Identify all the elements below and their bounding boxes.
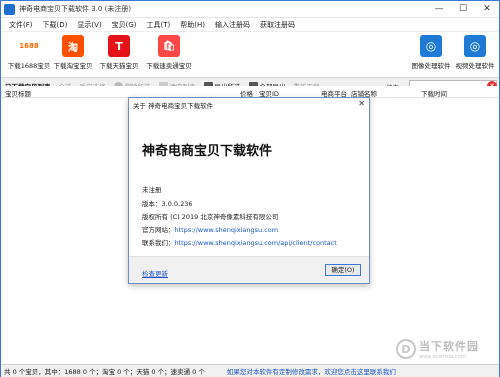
registration-status: 未注册 [142,186,162,194]
1688-icon: 1688 [18,35,40,57]
video-software-icon: ◎ [464,35,486,57]
download-taobao-label: 下载淘宝宝贝 [53,62,93,70]
copyright-text: 版权所有 (C) 2019 北京神奇像素科技有限公司 [142,213,279,221]
watermark-en: www.downxia.com [419,354,466,360]
check-update-link[interactable]: 检查更新 [142,268,168,278]
menu-help[interactable]: 帮助(H) [175,20,210,30]
website-row: 官方网站：https://www.shenqixiangsu.com [142,224,278,234]
watermark: D 当下软件园 www.downxia.com [396,336,496,362]
download-tmall-button[interactable]: T 下载天猫宝贝 [91,35,147,70]
status-bar: 共 0 个宝贝，其中：1688 0 个；淘宝 0 个；天猫 0 个；速卖通 0 … [1,364,499,377]
image-software-icon: ◎ [420,35,442,57]
aliexpress-icon: 🛍 [158,35,180,57]
video-software-label: 视频处理软件 [455,62,495,70]
download-tmall-label: 下载天猫宝贝 [99,62,139,70]
contact-row: 联系我们：https://www.shenqixiangsu.com/api/c… [142,237,337,247]
watermark-cn: 当下软件园 [419,340,479,353]
dialog-title: 关于 神奇电商宝贝下载软件 [133,102,214,110]
window-title: 神奇电商宝贝下载软件 3.0 (未注册) [19,5,132,13]
close-window-button[interactable]: ✕ [475,1,499,17]
website-link[interactable]: https://www.shenqixiangsu.com [175,226,279,234]
download-aliexpress-button[interactable]: 🛍 下载速卖通宝贝 [141,35,197,70]
toolbar: 1688 下载1688宝贝 淘 下载淘宝宝贝 T 下载天猫宝贝 🛍 下载速卖通宝… [1,32,499,78]
menu-download[interactable]: 下载(D) [38,20,73,30]
about-dialog: 关于 神奇电商宝贝下载软件 ✕ 神奇电商宝贝下载软件 未注册 版本：3.0.0.… [128,97,370,284]
dialog-title-bar: 关于 神奇电商宝贝下载软件 ✕ [129,98,369,110]
dialog-footer: 检查更新 确定(O) [129,256,369,283]
menu-view[interactable]: 显示(V) [72,20,106,30]
dialog-heading: 神奇电商宝贝下载软件 [142,144,273,159]
maximize-button[interactable]: ☐ [451,1,475,17]
menu-goods[interactable]: 宝贝(G) [107,20,142,30]
image-software-label: 图像处理软件 [411,62,451,70]
video-software-button[interactable]: ◎ 视频处理软件 [447,35,500,70]
app-icon [4,3,15,15]
contact-link[interactable]: 如果您对本软件有定制修改需求，欢迎您点击这里联系我们 [227,366,396,376]
close-icon[interactable]: ✕ [358,99,365,108]
menu-bar: 文件(F) 下载(D) 显示(V) 宝贝(G) 工具(T) 帮助(H) 输入注册… [1,18,499,32]
taobao-icon: 淘 [62,35,84,57]
ok-button[interactable]: 确定(O) [325,264,361,276]
menu-tools[interactable]: 工具(T) [142,20,176,30]
title-bar: 神奇电商宝贝下载软件 3.0 (未注册) — ☐ ✕ [1,1,499,18]
download-aliexpress-label: 下载速卖通宝贝 [146,62,192,70]
contact-label: 联系我们： [142,239,175,247]
watermark-logo-icon: D [396,339,416,359]
contact-url-link[interactable]: https://www.shenqixiangsu.com/api/client… [175,239,337,247]
tmall-icon: T [108,35,130,57]
website-label: 官方网站： [142,226,175,234]
menu-get-regcode[interactable]: 获取注册码 [255,20,300,30]
download-1688-label: 下载1688宝贝 [7,62,51,70]
minimize-button[interactable]: — [427,1,451,17]
menu-enter-regcode[interactable]: 输入注册码 [210,20,255,30]
version-text: 版本：3.0.0.236 [142,200,193,208]
column-download-time[interactable]: 下载时间 [421,88,447,98]
column-title[interactable]: 宝贝标题 [5,88,31,98]
menu-file[interactable]: 文件(F) [4,20,38,30]
status-counts: 共 0 个宝贝，其中：1688 0 个；淘宝 0 个；天猫 0 个；速卖通 0 … [4,368,205,376]
